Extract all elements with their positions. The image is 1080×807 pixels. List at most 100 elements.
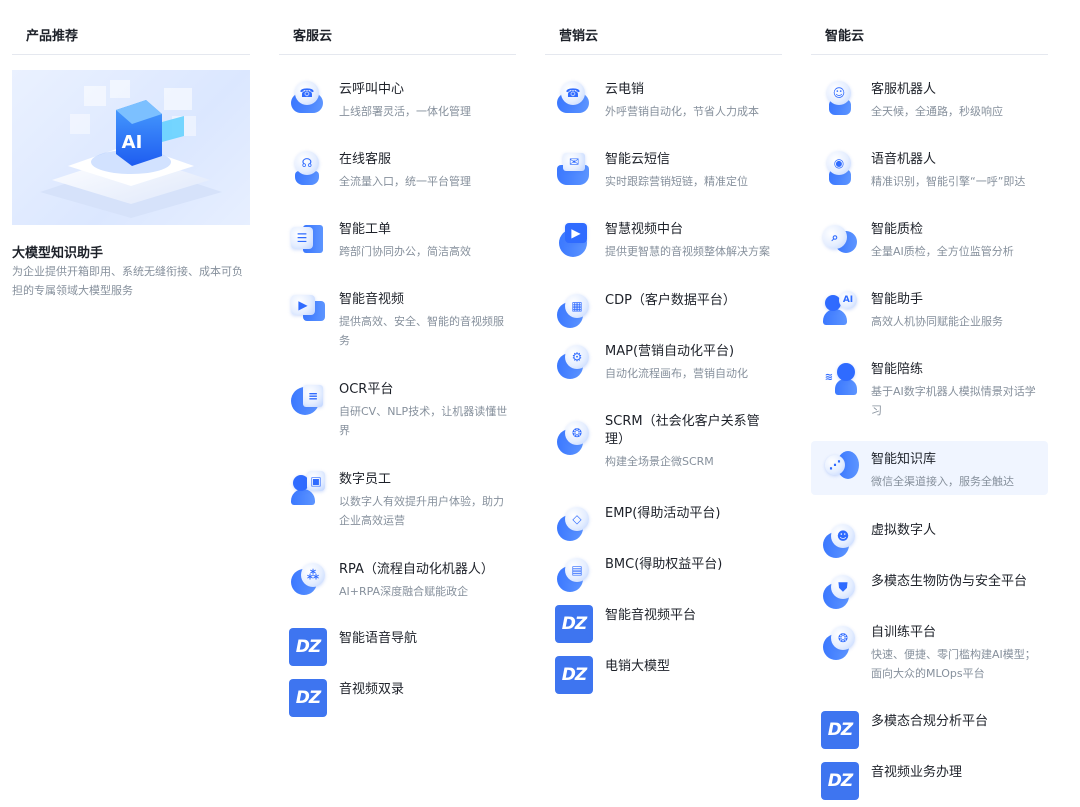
dz-logo-icon: DZ	[821, 711, 859, 749]
product-desc: 上线部署灵活，一体化管理	[339, 105, 471, 118]
product-name: 数字员工	[339, 472, 392, 487]
product-item-voice-navigation[interactable]: DZ 智能语音导航	[279, 628, 516, 666]
product-name: 云呼叫中心	[339, 82, 405, 97]
ai-assistant-icon: AI	[821, 289, 859, 327]
product-name: CDP（客户数据平台）	[605, 293, 736, 308]
knowledge-base-icon: ⋰	[821, 447, 859, 485]
product-name: SCRM（社会化客户关系管理）	[605, 414, 760, 447]
product-item-smart-assistant[interactable]: AI 智能助手 高效人机协同赋能企业服务	[811, 289, 1048, 331]
product-name: 智能音视频	[339, 292, 405, 307]
digital-employee-icon: ▣	[289, 469, 327, 507]
dz-logo-text: DZ	[555, 656, 593, 694]
product-item-scrm[interactable]: ❂ SCRM（社会化客户关系管理） 构建全场景企微SCRM	[545, 411, 782, 471]
product-desc: 提供更智慧的音视频整体解决方案	[605, 245, 770, 258]
dz-logo-icon: DZ	[555, 656, 593, 694]
dz-logo-text: DZ	[555, 605, 593, 643]
product-name: RPA（流程自动化机器人）	[339, 562, 494, 577]
dz-logo-icon: DZ	[821, 762, 859, 800]
product-item-quality-check[interactable]: ⌕ 智能质检 全量AI质检，全方位监管分析	[811, 219, 1048, 261]
column-title-intelligent: 智能云	[811, 0, 1048, 55]
product-item-smart-av[interactable]: ▶ 智能音视频 提供高效、安全、智能的音视频服务	[279, 289, 516, 350]
product-item-digital-employee[interactable]: ▣ 数字员工以数字人有效提升用户体验，助力企业高效运营	[279, 469, 516, 530]
product-desc: 提供高效、安全、智能的音视频服务	[339, 315, 504, 347]
product-item-smart-training[interactable]: ≋ 智能陪练 基于AI数字机器人模拟情景对话学习	[811, 359, 1048, 420]
product-item-cloud-telesales[interactable]: ☎ 云电销 外呼营销自动化，节省人力成本	[545, 79, 782, 121]
quality-check-icon: ⌕	[821, 219, 859, 257]
product-name: 客服机器人	[871, 82, 937, 97]
product-desc: 实时跟踪营销短链，精准定位	[605, 175, 748, 188]
product-name: 语音机器人	[871, 152, 937, 167]
dz-logo-icon: DZ	[555, 605, 593, 643]
product-item-service-robot[interactable]: ☺ 客服机器人全天候，全通路，秒级响应	[811, 79, 1048, 121]
voice-training-icon: ≋	[821, 359, 859, 397]
robot-flow-icon: ⁂	[289, 559, 327, 597]
product-desc: 全量AI质检，全方位监管分析	[871, 245, 1014, 258]
product-item-bio-security[interactable]: ⛊ 多模态生物防伪与安全平台	[811, 571, 1048, 609]
product-item-cloud-call-center[interactable]: ☎ 云呼叫中心 上线部署灵活，一体化管理	[279, 79, 516, 121]
diamond-icon: ◇	[555, 503, 593, 541]
product-desc: 以数字人有效提升用户体验，助力企业高效运营	[339, 495, 504, 527]
shield-icon: ⛊	[821, 571, 859, 609]
training-icon: ❂	[821, 622, 859, 660]
product-name: 在线客服	[339, 152, 392, 167]
product-desc: 自动化流程画布，营销自动化	[605, 367, 748, 380]
service-robot-icon: ☺	[821, 79, 859, 117]
product-name: 智能云短信	[605, 152, 671, 167]
column-title-service: 客服云	[279, 0, 516, 55]
product-item-smart-av-platform[interactable]: DZ 智能音视频平台	[545, 605, 782, 643]
product-name: 自训练平台	[871, 625, 937, 640]
product-name: 电销大模型	[605, 659, 671, 674]
product-name: 智能助手	[871, 292, 924, 307]
product-item-rpa[interactable]: ⁂ RPA（流程自动化机器人） AI+RPA深度融合赋能政企	[279, 559, 516, 601]
automation-icon: ⚙	[555, 341, 593, 379]
product-item-knowledge-base[interactable]: ⋰ 智能知识库 微信全渠道接入，服务全触达	[811, 441, 1048, 495]
product-item-telesales-llm[interactable]: DZ 电销大模型	[545, 656, 782, 694]
product-desc: AI+RPA深度融合赋能政企	[339, 585, 469, 598]
product-name: 智能工单	[339, 222, 392, 237]
product-item-cloud-sms[interactable]: ✉ 智能云短信 实时跟踪营销短链，精准定位	[545, 149, 782, 191]
product-item-compliance-analysis[interactable]: DZ 多模态合规分析平台	[811, 711, 1048, 749]
document-scan-icon: ≡	[289, 379, 327, 417]
dz-logo-text: DZ	[289, 679, 327, 717]
ticket-icon: ☰	[289, 219, 327, 257]
product-item-voice-robot[interactable]: ◉ 语音机器人 精准识别，智能引擎“一呼”即达	[811, 149, 1048, 191]
product-name: 智能知识库	[871, 452, 937, 467]
product-name: 多模态合规分析平台	[871, 714, 989, 729]
ai-platform-illustration: AI	[40, 80, 222, 218]
product-item-video-platform[interactable]: ▶ 智慧视频中台 提供更智慧的音视频整体解决方案	[545, 219, 782, 261]
product-name: 智能语音导航	[339, 631, 418, 646]
dz-logo-text: DZ	[821, 711, 859, 749]
product-item-virtual-human[interactable]: ☻ 虚拟数字人	[811, 520, 1048, 558]
hero-image[interactable]: AI	[12, 70, 250, 225]
product-item-map[interactable]: ⚙ MAP(营销自动化平台) 自动化流程画布，营销自动化	[545, 341, 782, 383]
product-desc: 全天候，全通路，秒级响应	[871, 105, 1003, 118]
column-recommend: 产品推荐 AI 大模型知识助手 为企业提供开箱即用、系统无缝衔接、成本可负担的专…	[12, 0, 250, 297]
product-item-online-service[interactable]: ☊ 在线客服 全流量入口，统一平台管理	[279, 149, 516, 191]
product-desc: 全流量入口，统一平台管理	[339, 175, 471, 188]
product-item-dual-recording[interactable]: DZ 音视频双录	[279, 679, 516, 717]
hero-badge-text: AI	[122, 132, 143, 153]
column-service: 客服云 ☎ 云呼叫中心 上线部署灵活，一体化管理 ☊ 在线客服 全流量入口，统一平台…	[279, 0, 516, 717]
gift-card-icon: ▤	[555, 554, 593, 592]
column-title-recommend: 产品推荐	[12, 0, 250, 55]
virtual-human-icon: ☻	[821, 520, 859, 558]
product-item-av-business[interactable]: DZ 音视频业务办理	[811, 762, 1048, 800]
dz-logo-text: DZ	[289, 628, 327, 666]
product-item-ocr[interactable]: ≡ OCR平台 自研CV、NLP技术，让机器读懂世界	[279, 379, 516, 440]
product-item-cdp[interactable]: ▦ CDP（客户数据平台）	[545, 290, 782, 328]
product-item-emp[interactable]: ◇ EMP(得助活动平台)	[545, 503, 782, 541]
social-network-icon: ❂	[555, 417, 593, 455]
data-chart-icon: ▦	[555, 290, 593, 328]
product-item-bmc[interactable]: ▤ BMC(得助权益平台)	[545, 554, 782, 592]
product-name: 多模态生物防伪与安全平台	[871, 574, 1028, 589]
product-desc: 外呼营销自动化，节省人力成本	[605, 105, 759, 118]
hero-title[interactable]: 大模型知识助手	[12, 242, 103, 261]
product-item-self-training[interactable]: ❂ 自训练平台 快速、便捷、零门槛构建AI模型；面向大众的MLOps平台	[811, 622, 1048, 683]
product-desc: 基于AI数字机器人模拟情景对话学习	[871, 385, 1036, 417]
product-item-smart-ticket[interactable]: ☰ 智能工单 跨部门协同办公，简洁高效	[279, 219, 516, 261]
product-name: EMP(得助活动平台)	[605, 506, 721, 521]
dz-logo-text: DZ	[821, 762, 859, 800]
voice-robot-icon: ◉	[821, 149, 859, 187]
product-name: 智能音视频平台	[605, 608, 697, 623]
product-name: BMC(得助权益平台)	[605, 557, 723, 572]
